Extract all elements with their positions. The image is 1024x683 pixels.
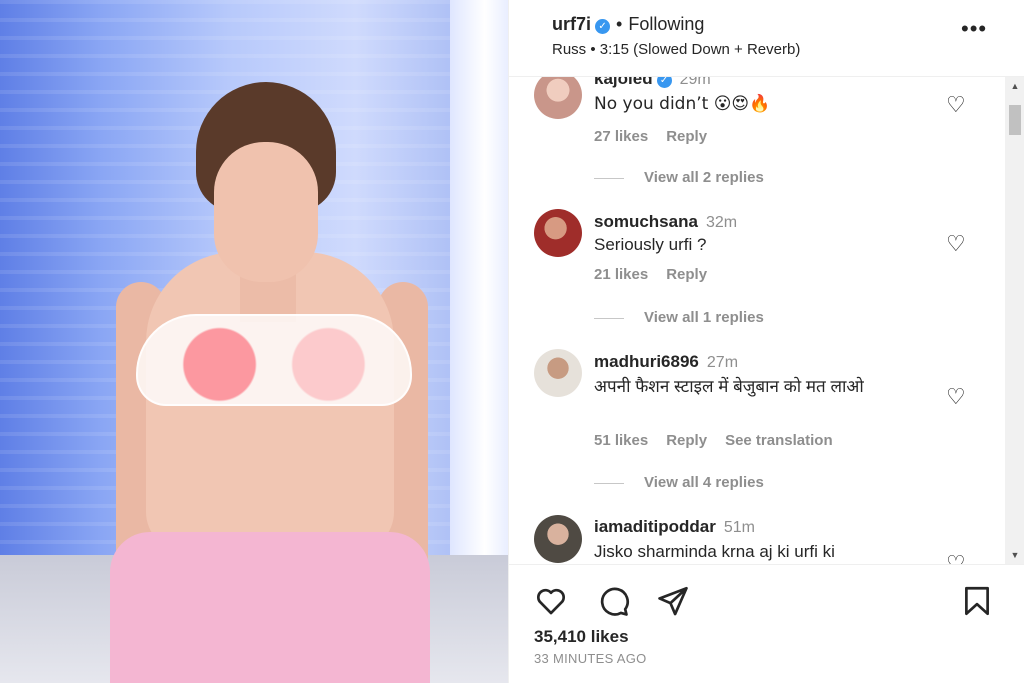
comments-list: kajoled ✓ 29m No you didn’t 😮😍🔥 ♡ 27 likes… [509,77,1009,564]
post-author-row: urf7i ✓ • Following [552,14,704,35]
post-side-panel: urf7i ✓ • Following Russ • 3:15 (Slowed Dow… [508,0,1024,683]
replies-divider [594,177,624,179]
bookmark-icon[interactable] [960,584,994,618]
following-button[interactable]: Following [628,14,704,34]
commenter-avatar[interactable] [534,77,582,119]
post-likes-count[interactable]: 35,410 likes [534,627,629,647]
post-timestamp: 33 MINUTES AGO [534,651,647,666]
commenter-username[interactable]: madhuri6896 [594,352,699,371]
comment-text: No you didn’t 😮😍🔥 [594,94,771,114]
view-replies-button[interactable]: View all 4 replies [594,474,764,491]
comment-likes-count[interactable]: 21 likes [594,266,648,283]
commenter-row: somuchsana 32m [594,212,737,232]
comments-scrollbar[interactable]: ▲ ▼ [1005,77,1024,564]
post-header: urf7i ✓ • Following Russ • 3:15 (Slowed Dow… [509,0,1024,77]
comment-like-heart-icon[interactable]: ♡ [946,233,970,255]
see-translation-button[interactable]: See translation [725,432,833,449]
scrollbar-thumb[interactable] [1009,105,1021,135]
more-options-icon[interactable]: ••• [961,18,993,48]
scroll-down-arrow-icon[interactable]: ▼ [1005,546,1024,564]
figure-pants [110,532,430,683]
heart-icon[interactable] [534,584,568,618]
background-wall [450,0,508,560]
comment-reply-button[interactable]: Reply [666,432,707,449]
comment-reply-button[interactable]: Reply [666,128,707,145]
commenter-username[interactable]: somuchsana [594,212,698,231]
comment-likes-count[interactable]: 51 likes [594,432,648,449]
comment-icon[interactable] [596,584,630,618]
comment-likes-count[interactable]: 27 likes [594,128,648,145]
comment-meta: 51 likes Reply See translation [594,432,851,449]
post-author-username[interactable]: urf7i [552,14,591,34]
comment-text: Jisko sharminda krna aj ki urfi ki [594,542,835,561]
comment-time: 29m [679,77,711,88]
commenter-row: madhuri6896 27m [594,352,738,372]
comment-like-heart-icon[interactable]: ♡ [946,386,970,408]
audio-track: 3:15 (Slowed Down + Reverb) [599,41,801,58]
post-actions-bar: 35,410 likes 33 MINUTES AGO [509,564,1024,683]
view-replies-button[interactable]: View all 1 replies [594,309,764,326]
replies-divider [594,317,624,319]
commenter-row: iamaditipoddar 51m [594,517,755,537]
scroll-up-arrow-icon[interactable]: ▲ [1005,77,1024,95]
view-replies-button[interactable]: View all 2 replies [594,169,764,186]
commenter-row: kajoled ✓ 29m [594,77,711,89]
audio-info[interactable]: Russ • 3:15 (Slowed Down + Reverb) [552,41,800,58]
verified-badge-icon: ✓ [595,19,611,34]
comment-like-heart-icon[interactable]: ♡ [946,553,970,565]
commenter-avatar[interactable] [534,515,582,563]
commenter-avatar[interactable] [534,209,582,257]
comment-time: 27m [706,354,739,371]
comment-text: Seriously urfi ? [594,235,707,254]
verified-badge-icon: ✓ [656,77,672,88]
send-icon[interactable] [656,584,690,618]
figure-face [214,142,318,282]
person-figure [110,82,430,683]
commenter-username[interactable]: iamaditipoddar [594,517,716,536]
view-replies-label: View all 4 replies [644,474,764,491]
replies-divider [594,482,624,484]
comment-text: अपनी फैशन स्टाइल में बेजुबान को मत लाओ [594,377,864,396]
commenter-avatar[interactable] [534,349,582,397]
view-replies-label: View all 1 replies [644,309,764,326]
comment-time: 32m [705,214,738,231]
view-replies-label: View all 2 replies [644,169,764,186]
comment-meta: 21 likes Reply [594,266,725,283]
audio-artist: Russ [552,41,587,58]
comment-meta: 27 likes Reply [594,128,725,145]
instagram-post-view: urf7i ✓ • Following Russ • 3:15 (Slowed Dow… [0,0,1024,683]
audio-separator: • [590,41,596,58]
comment-time: 51m [723,519,755,536]
figure-top [136,314,412,406]
comment-like-heart-icon[interactable]: ♡ [946,94,970,116]
commenter-username[interactable]: kajoled [594,77,653,88]
header-separator: • [616,14,623,34]
post-media-image[interactable] [0,0,508,683]
comment-reply-button[interactable]: Reply [666,266,707,283]
